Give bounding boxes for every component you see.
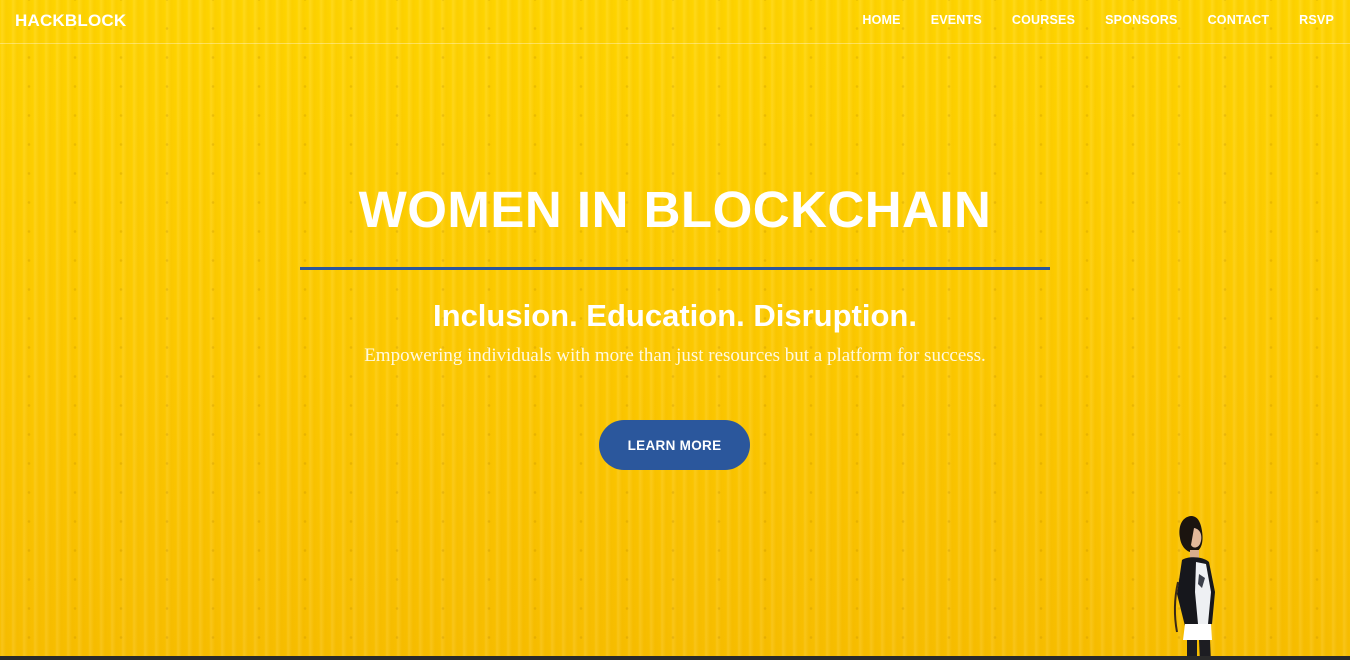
learn-more-button[interactable]: LEARN MORE [599, 420, 750, 470]
nav-menu: HOME EVENTS COURSES SPONSORS CONTACT RSV… [862, 13, 1334, 27]
bottom-strip [0, 656, 1350, 660]
navbar: HACKBLOCK HOME EVENTS COURSES SPONSORS C… [0, 0, 1350, 44]
brand-logo[interactable]: HACKBLOCK [15, 11, 126, 31]
nav-item-courses[interactable]: COURSES [1012, 13, 1075, 27]
title-divider [300, 267, 1050, 270]
hero-section: HACKBLOCK HOME EVENTS COURSES SPONSORS C… [0, 0, 1350, 660]
hero-tagline: Inclusion. Education. Disruption. [433, 298, 917, 333]
nav-item-rsvp[interactable]: RSVP [1299, 13, 1334, 27]
hero-title: WOMEN IN BLOCKCHAIN [358, 181, 992, 238]
nav-item-events[interactable]: EVENTS [931, 13, 982, 27]
hero-subtext: Empowering individuals with more than ju… [364, 345, 986, 366]
nav-item-home[interactable]: HOME [862, 13, 900, 27]
nav-item-contact[interactable]: CONTACT [1208, 13, 1270, 27]
nav-item-sponsors[interactable]: SPONSORS [1105, 13, 1177, 27]
woman-walking-image [1173, 516, 1215, 660]
